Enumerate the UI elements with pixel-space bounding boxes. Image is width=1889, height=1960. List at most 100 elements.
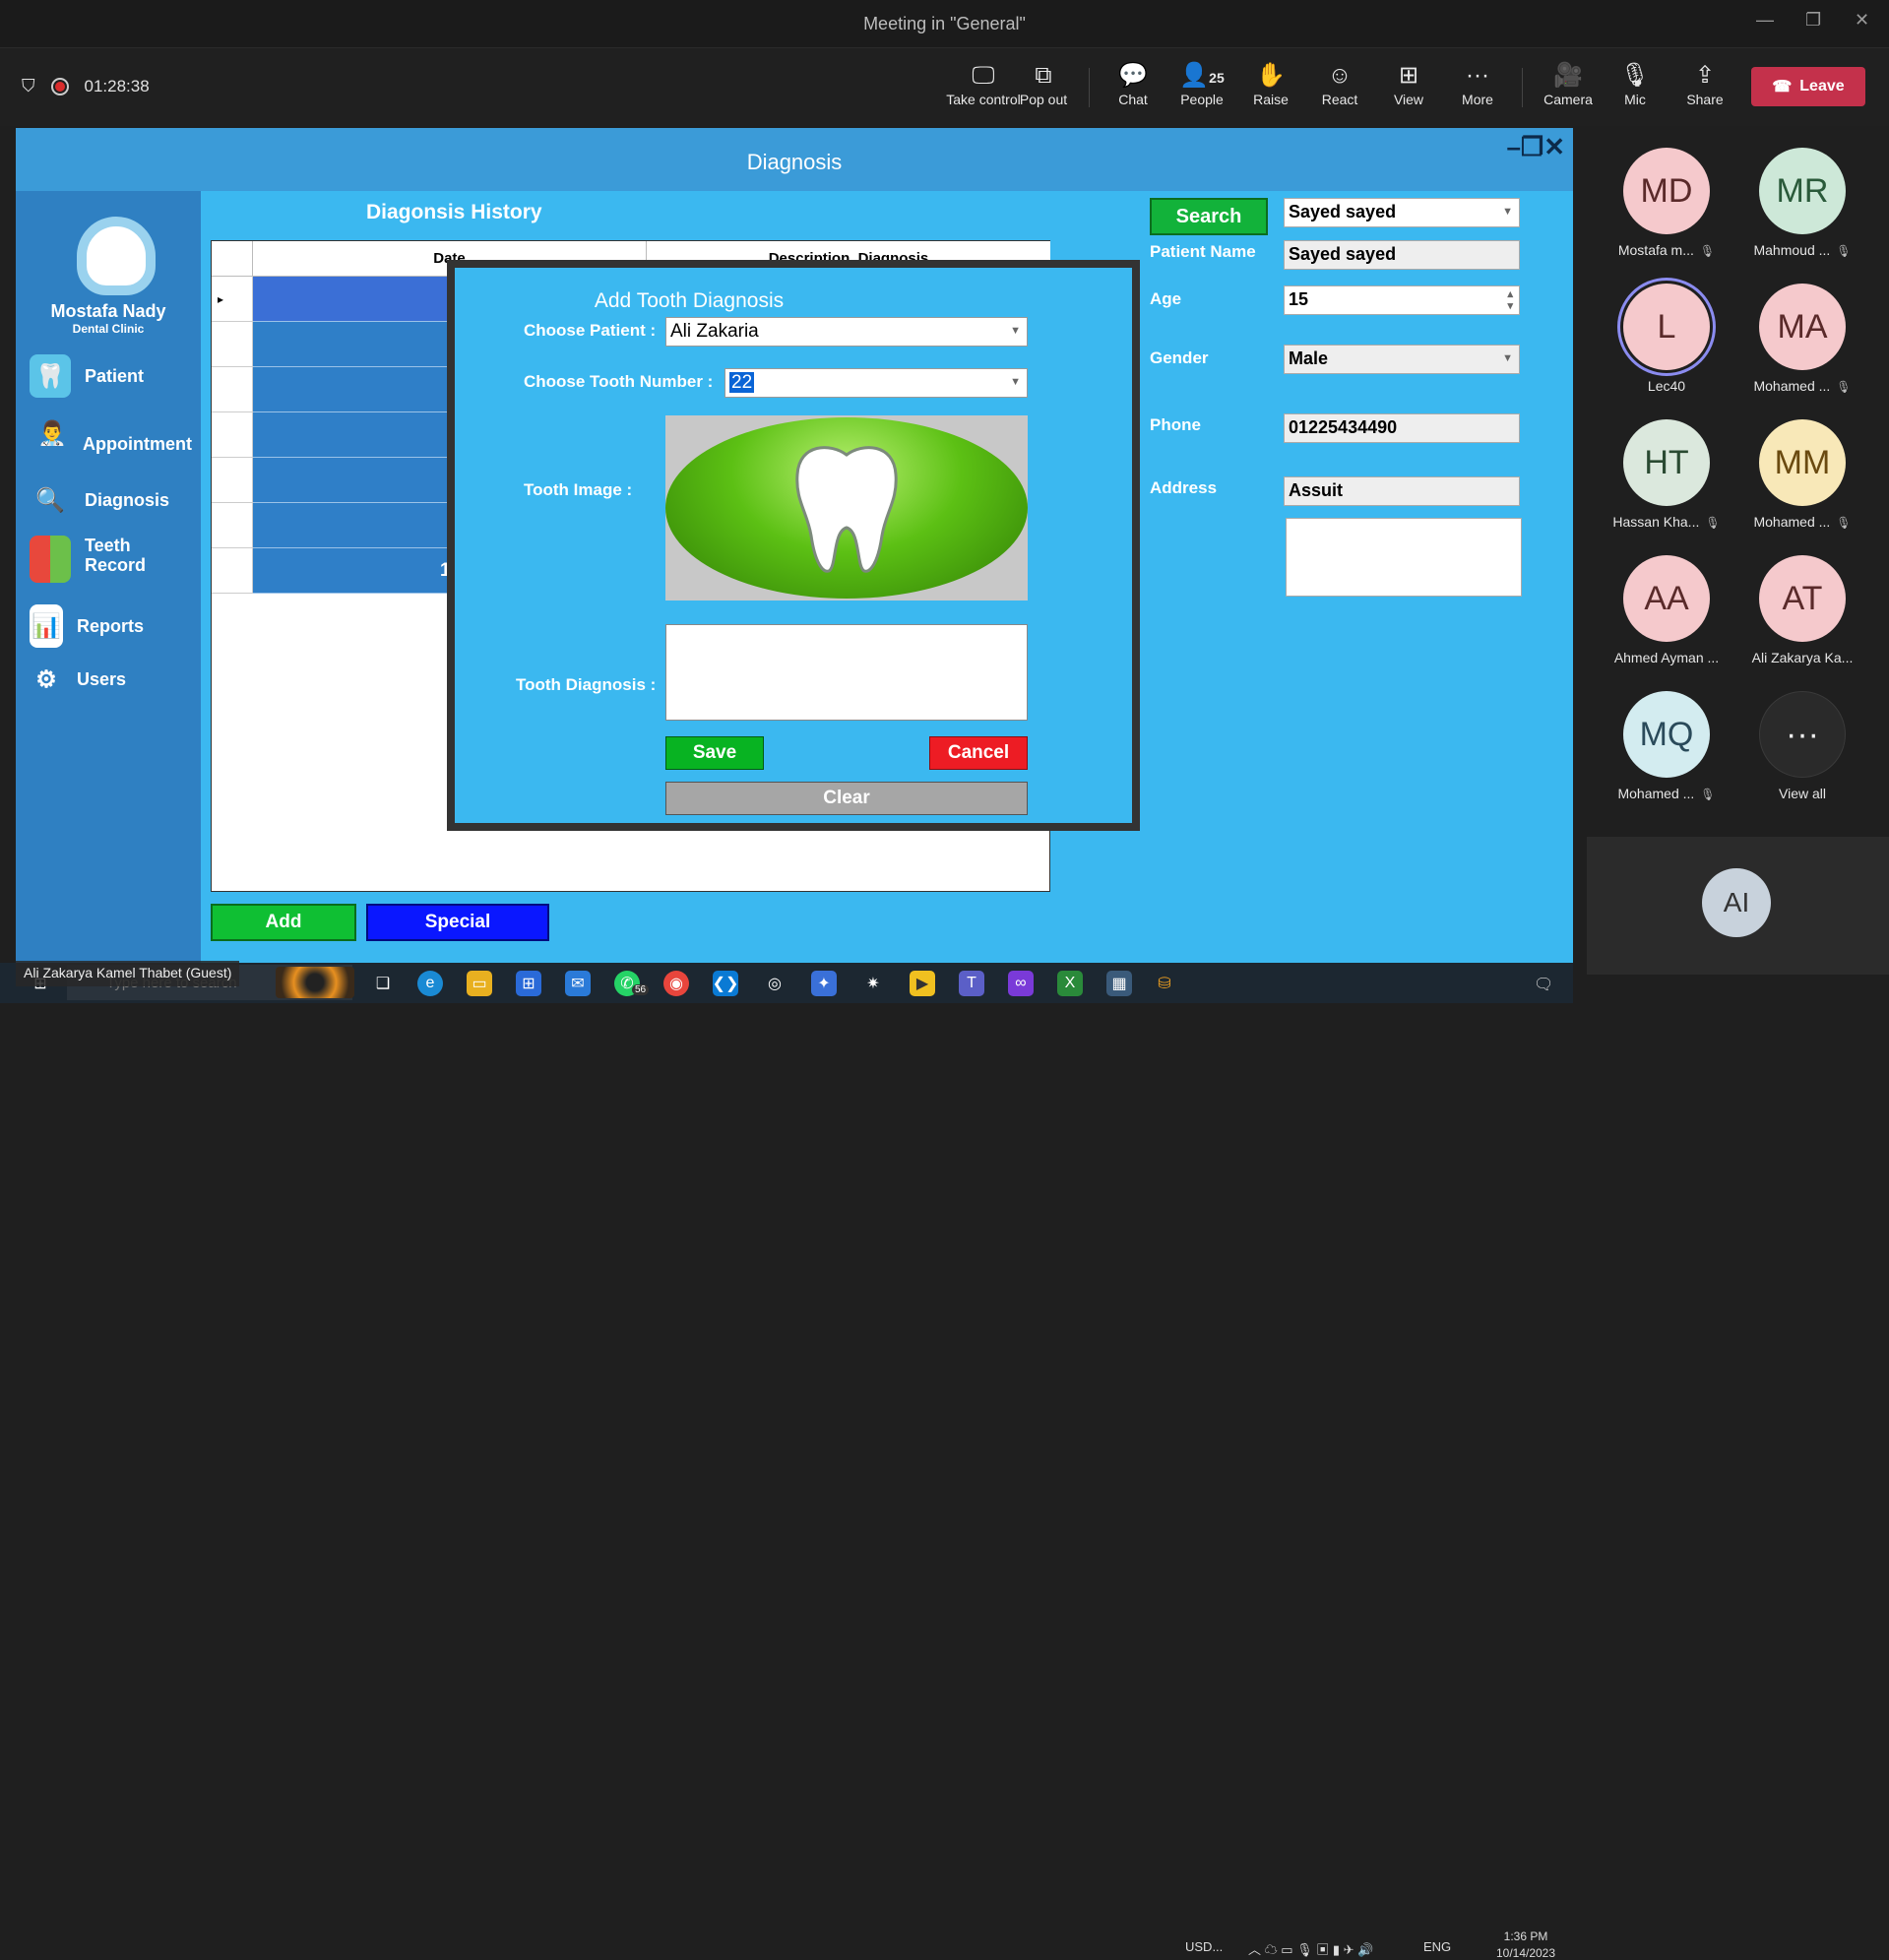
participant-tile[interactable]: AA Ahmed Ayman ... [1603,555,1731,665]
mic-muted-icon: 🎙 [1699,244,1716,258]
patient-search-select[interactable]: Sayed sayed ▼ [1284,198,1520,227]
participant-tile[interactable]: MA Mohamed ... 🎙 [1738,284,1866,394]
view-all-label: View all [1779,786,1826,801]
sidebar-item-label: Appointment [83,433,192,454]
input-language[interactable]: ENG [1423,1939,1451,1954]
share-button[interactable]: ⇪ Share [1679,60,1731,107]
chrome-icon[interactable]: ◉ [663,971,689,996]
more-button[interactable]: ··· More [1453,60,1502,107]
media-player-icon[interactable]: ▶ [910,971,935,996]
notes-textarea[interactable] [1286,518,1522,597]
tooth-number-select[interactable]: 22 ▼ [724,368,1028,398]
close-icon[interactable]: ✕ [1855,10,1869,31]
search-button[interactable]: Search [1150,198,1268,235]
add-button[interactable]: Add [211,904,356,941]
grid-corner [212,241,253,277]
pop-out-button[interactable]: ⧉ Pop out [1018,60,1069,107]
address-field[interactable]: Assuit [1284,476,1520,506]
store-icon[interactable]: ⊞ [516,971,541,996]
participant-tile[interactable]: MR Mahmoud ... 🎙 [1738,148,1866,258]
hand-icon: ✋ [1256,62,1286,89]
edge-icon[interactable]: e [417,971,443,996]
tooth-number-label: Choose Tooth Number : [524,372,714,391]
participant-tile[interactable]: HT Hassan Kha... 🎙 [1603,419,1731,530]
app-spiral-icon[interactable]: ◎ [762,971,787,996]
clock-time: 1:36 PM [1503,1929,1548,1943]
row-selector [212,503,253,548]
save-button[interactable]: Save [665,736,764,770]
minimize-icon[interactable]: — [1756,10,1774,31]
take-control-label: Take control [946,92,1021,107]
mic-muted-icon: 🎙 [1836,380,1852,394]
avatar: MR [1759,148,1846,234]
participant-tile[interactable]: MM Mohamed ... 🎙 [1738,419,1866,530]
age-stepper[interactable]: 15 ▴ ▾ [1284,285,1520,315]
address-label: Address [1150,478,1218,497]
stepper-arrows-icon[interactable]: ▴ ▾ [1507,288,1513,312]
row-selector [212,322,253,367]
participant-name-row: Mohamed ... 🎙 [1603,786,1731,801]
vscode-icon[interactable]: ❮❯ [713,971,738,996]
camera-label: Camera [1543,92,1593,107]
teams-icon[interactable]: T [959,971,984,996]
app-window-controls[interactable]: –❐✕ [1506,132,1565,162]
mail-icon[interactable]: ✉ [565,971,591,996]
row-selector [212,367,253,412]
sidebar-item-users[interactable]: ⚙ Users [30,656,126,703]
visual-studio-icon[interactable]: ∞ [1008,971,1034,996]
notifications-icon[interactable]: 🗨 [1534,975,1553,994]
stock-ticker[interactable]: USD... [1185,1939,1223,1954]
participant-tile[interactable]: L Lec40 [1603,284,1731,394]
cancel-button[interactable]: Cancel [929,736,1028,770]
clinic-subtitle: Dental Clinic [72,322,145,336]
mic-button[interactable]: 🎙 Mic [1612,60,1658,107]
choose-patient-value: Ali Zakaria [670,321,759,342]
mic-muted-icon: 🎙 [1700,788,1716,801]
restore-icon[interactable]: ❐ [1805,10,1821,31]
tooth-image [665,415,1028,601]
task-view-icon[interactable]: ❑ [370,971,396,996]
patient-name-field[interactable]: Sayed sayed [1284,240,1520,270]
tray-icons[interactable]: ︿ ☁ ▭ 🎙 ▣ ▮ ✈ 🔊 [1248,1939,1373,1958]
tooth-diagnosis-textarea[interactable] [665,624,1028,721]
people-button[interactable]: 👤25 People [1173,60,1230,107]
winforms-app-icon[interactable]: ▦ [1106,971,1132,996]
sidebar-item-diagnosis[interactable]: 🔍 Diagnosis [30,476,169,524]
chat-button[interactable]: 💬 Chat [1108,60,1158,107]
participant-tile[interactable]: AT Ali Zakarya Ka... [1738,555,1866,665]
excel-icon[interactable]: X [1057,971,1083,996]
view-button[interactable]: ⊞ View [1384,60,1433,107]
react-button[interactable]: ☺ React [1315,60,1364,107]
leave-button[interactable]: ☎ Leave [1751,67,1865,106]
more-label: More [1462,92,1493,107]
badge-app-icon[interactable]: ✦ [811,971,837,996]
self-video-tile[interactable]: AI [1587,837,1889,975]
chevron-down-icon: ▼ [1010,325,1021,337]
add-tooth-diagnosis-dialog: Add Tooth Diagnosis Choose Patient : Ali… [447,260,1140,831]
row-selector [212,548,253,594]
clear-button[interactable]: Clear [665,782,1028,815]
raise-hand-button[interactable]: ✋ Raise [1246,60,1295,107]
file-explorer-icon[interactable]: ▭ [467,971,492,996]
tooth-image-label: Tooth Image : [524,480,633,499]
participant-tile[interactable]: MD Mostafa m... 🎙 [1603,148,1731,258]
phone-field[interactable]: 01225434490 [1284,413,1520,443]
sidebar-item-patient[interactable]: 🦷 Patient [30,352,144,400]
camera-button[interactable]: 🎥 Camera [1540,60,1597,107]
gender-label: Gender [1150,348,1209,367]
satellite-app-icon[interactable]: ✷ [860,971,886,996]
special-button[interactable]: Special [366,904,549,941]
tray-clock[interactable]: 1:36 PM 10/14/2023 [1486,1929,1565,1960]
teeth-label: Teeth [85,536,131,555]
search-highlight-image [276,967,354,998]
sidebar-item-appointment[interactable]: 👨‍⚕️ Appointment [35,410,192,457]
participant-tile[interactable]: MQ Mohamed ... 🎙 [1603,691,1731,801]
gender-select[interactable]: Male ▼ [1284,345,1520,374]
participant-name: Mohamed ... [1753,514,1831,530]
choose-patient-select[interactable]: Ali Zakaria ▼ [665,317,1028,347]
sidebar-item-reports[interactable]: 📊 Reports [30,602,144,650]
clinic-logo-icon [77,217,156,295]
view-all-button[interactable]: ··· View all [1738,691,1866,801]
presenter-name-label: Ali Zakarya Kamel Thabet (Guest) [16,961,240,986]
sidebar-item-teeth-record[interactable]: Teeth Record [30,536,146,583]
